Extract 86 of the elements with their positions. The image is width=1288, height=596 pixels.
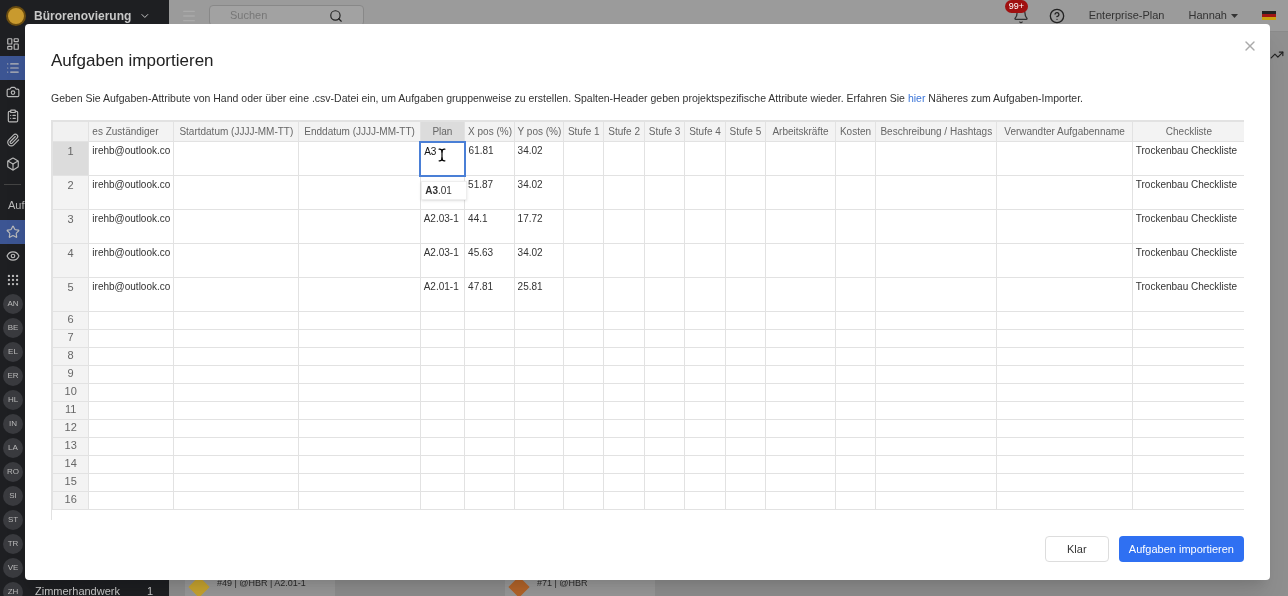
table-cell: 34.02 [517,247,543,259]
trade-avatar[interactable]: VE [3,557,23,578]
clipboard-icon[interactable] [5,109,20,123]
table-cell: A2.01-1 [423,281,459,293]
column-header[interactable]: Enddatum (JJJJ-MM-TT) [298,121,421,142]
eye-icon[interactable] [5,248,20,263]
trade-avatar[interactable]: EL [3,341,23,362]
table-cell: 17.72 [517,213,543,225]
trade-avatar[interactable]: LA [3,437,23,458]
dialog-description: Geben Sie Aufgaben-Attribute von Hand oder über eine .csv-Datei ein, um Aufgaben gruppenweise zu erstellen. Spalten-Header geben projektspezifische Attribute wieder. Erfahren Sie hier Näheres zum Aufgaben-Importer. [51,90,1084,106]
paperclip-icon[interactable] [5,133,20,147]
trade-name[interactable]: Zimmerhandwerk [35,583,120,596]
column-header[interactable]: X pos (%) [464,121,515,142]
column-header[interactable]: Plan [420,121,465,142]
column-header[interactable]: Stufe 1 [563,121,604,142]
row-number[interactable]: 3 [52,209,89,244]
clear-button[interactable]: Klar [1044,536,1109,563]
grid-icon[interactable] [5,272,20,287]
caret-icon[interactable] [1231,13,1238,18]
column-header[interactable]: Arbeitskräfte [765,121,836,142]
table-cell: 45.63 [468,247,494,259]
table-cell: irehb@outlook.co [92,179,171,191]
trade-avatar[interactable]: TR [3,533,23,554]
trade-avatar[interactable]: BE [3,317,23,338]
section-label: Auf [7,198,25,213]
trade-avatar[interactable]: ST [3,509,23,530]
table-cell: 34.02 [517,145,543,157]
row-number[interactable]: 2 [52,175,89,210]
table-cell: irehb@outlook.co [92,281,171,293]
dialog-title: Aufgaben importieren [51,50,214,72]
autocomplete-option[interactable]: A3.01 [421,180,468,200]
row-number[interactable]: 5 [52,277,89,312]
row-number[interactable]: 1 [52,141,89,176]
column-header[interactable]: Startdatum (JJJJ-MM-TT) [173,121,299,142]
plan-link[interactable]: Enterprise-Plan [1088,7,1165,24]
dashboard-icon[interactable] [5,37,20,51]
trade-avatar[interactable]: SI [3,485,23,506]
column-header[interactable]: es Zuständiger [88,121,174,142]
project-name: Bürorenovierung [34,8,132,25]
table-cell: Trockenbau Checkliste [1135,145,1238,157]
table-cell: Trockenbau Checkliste [1135,281,1238,293]
user-menu[interactable]: Hannah [1188,7,1227,24]
help-link[interactable]: hier [907,91,926,104]
help-icon[interactable] [1048,7,1065,24]
cube-icon[interactable] [5,157,20,171]
column-header[interactable]: Checkliste [1132,121,1244,142]
table-cell: irehb@outlook.co [92,213,171,225]
trade-count: 1 [146,584,153,596]
list-icon[interactable] [5,61,20,75]
filter-item[interactable] [0,219,25,244]
star-icon[interactable] [5,224,20,239]
table-cell: Trockenbau Checkliste [1135,247,1238,259]
trade-avatar[interactable]: AN [3,293,23,314]
flag-icon[interactable] [1262,10,1276,21]
column-header[interactable]: Stufe 2 [604,121,645,142]
logo-icon [6,6,26,26]
import-button[interactable]: Aufgaben importieren [1118,536,1244,563]
table-cell: Trockenbau Checkliste [1135,179,1238,191]
table-cell: A2.03-1 [423,247,459,259]
trade-avatar[interactable]: ER [3,365,23,386]
table-cell: 44.1 [468,213,488,225]
column-header[interactable]: Stufe 5 [725,121,766,142]
cell-editor[interactable]: A3 [424,145,437,157]
trade-avatar[interactable]: RO [3,461,23,482]
column-header[interactable]: Stufe 4 [684,121,726,142]
table-cell: 47.81 [468,281,494,293]
column-header[interactable]: Beschreibung / Hashtags [875,121,997,142]
trade-avatar[interactable]: HL [3,389,23,410]
table-cell: 61.81 [468,145,494,157]
table-cell: 51.87 [468,179,494,191]
table-cell: 34.02 [517,179,543,191]
notification-badge: 99+ [1004,0,1028,13]
trade-avatar[interactable]: ZH [3,581,23,596]
row-number[interactable]: 4 [52,243,89,278]
trade-avatar[interactable]: IN [3,413,23,434]
table-cell: A2.03-1 [423,213,459,225]
column-header[interactable]: Y pos (%) [514,121,564,142]
table-cell: 25.81 [517,281,543,293]
column-header[interactable]: Stufe 3 [644,121,685,142]
column-header[interactable]: Verwandter Aufgabenname [996,121,1133,142]
table-cell: irehb@outlook.co [92,247,171,259]
column-header[interactable]: Kosten [835,121,876,142]
camera-icon[interactable] [5,85,20,99]
table-cell: irehb@outlook.co [92,145,171,157]
search-icon[interactable] [329,8,343,23]
table-cell: Trockenbau Checkliste [1135,213,1238,225]
